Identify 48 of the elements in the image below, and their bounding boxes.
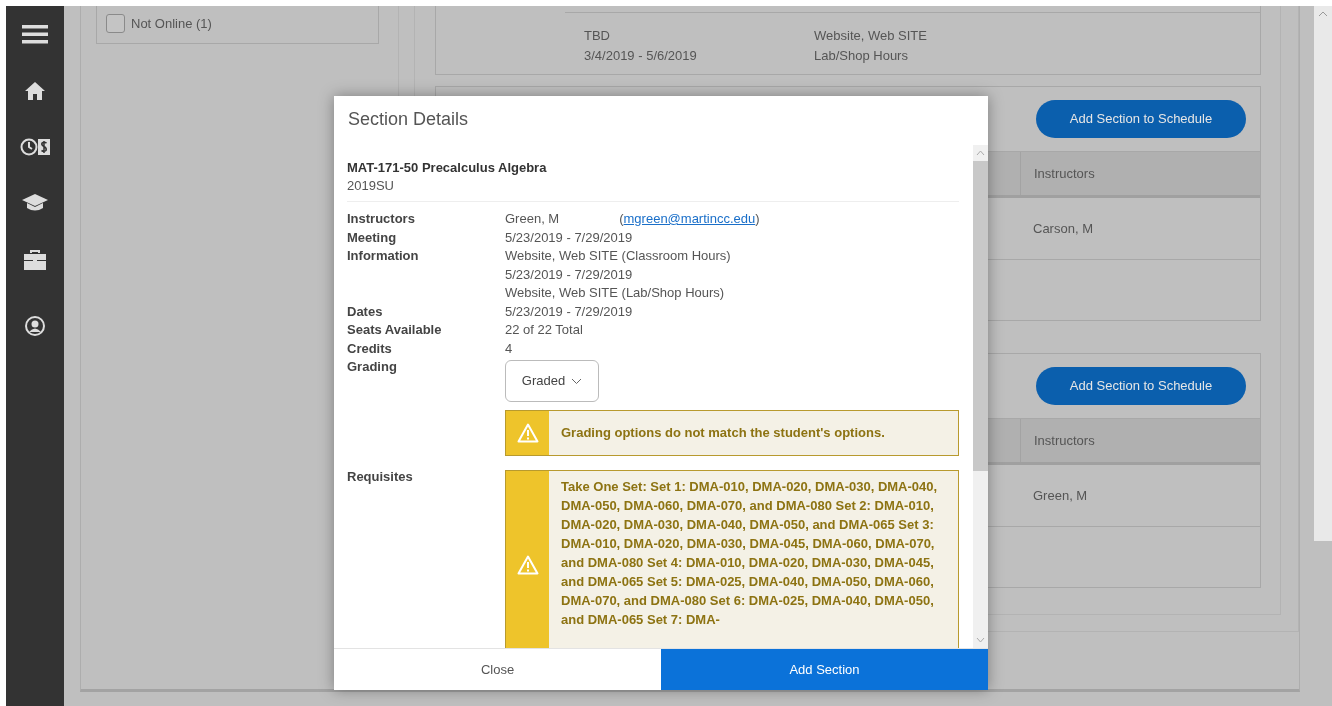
- grading-select[interactable]: Graded: [505, 360, 599, 402]
- close-button[interactable]: Close: [334, 649, 661, 690]
- table-cell-text: Green, M: [1033, 486, 1088, 505]
- checkbox-label: Not Online (1): [131, 15, 212, 33]
- field-label: Meeting Information: [347, 228, 420, 265]
- warning-icon: [516, 422, 539, 443]
- field-label: Dates: [347, 302, 384, 321]
- graduation-cap-icon[interactable]: [22, 194, 48, 212]
- add-section-button[interactable]: Add Section: [661, 649, 988, 690]
- table-cell-text: Carson, M: [1033, 219, 1093, 238]
- meeting-text: 3/4/2019 - 5/6/2019: [584, 47, 698, 65]
- briefcase-icon[interactable]: [24, 250, 46, 270]
- term-text: 2019SU: [347, 177, 395, 195]
- warning-text: Grading options do not match the student's options.: [560, 424, 886, 442]
- column-header: Instructors: [1034, 164, 1095, 183]
- field-label: Credits: [347, 339, 393, 358]
- paren-text: ): [755, 211, 760, 226]
- dialog-title: Section Details: [348, 108, 470, 131]
- field-value: 4: [505, 339, 514, 358]
- field-value: 22 of 22 Total: [505, 321, 584, 339]
- meeting-text: Website, Web SITE: [814, 27, 928, 45]
- chevron-down-icon: [571, 377, 583, 385]
- meeting-text: Lab/Shop Hours: [814, 47, 909, 65]
- home-icon[interactable]: [25, 82, 45, 100]
- field-value: Website, Web SITE (Classroom Hours): [505, 247, 732, 265]
- checkbox[interactable]: [106, 14, 125, 33]
- column-header: Instructors: [1034, 431, 1095, 450]
- page-scrollbar[interactable]: [1314, 6, 1332, 706]
- menu-icon[interactable]: [22, 24, 48, 44]
- field-value: 5/23/2019 - 7/29/2019: [505, 265, 634, 284]
- field-label: Requisites: [347, 467, 414, 486]
- field-value: Green, M: [505, 210, 560, 228]
- clock-dollar-icon[interactable]: [20, 138, 50, 156]
- user-icon[interactable]: [25, 316, 45, 336]
- paren-text: (: [619, 211, 624, 226]
- field-value: 5/23/2019 - 7/29/2019: [505, 302, 634, 321]
- add-section-to-schedule-button[interactable]: Add Section to Schedule: [1036, 367, 1246, 405]
- field-label: Grading: [347, 358, 398, 376]
- warning-icon: [516, 554, 539, 575]
- field-label: Seats Available: [347, 321, 443, 339]
- course-title: MAT-171-50 Precalculus Algebra: [347, 159, 548, 177]
- field-label: Instructors: [347, 210, 416, 228]
- warning-text: Take One Set: Set 1: DMA-010, DMA-020, DMA-030, DMA-040, DMA-050, DMA-060, DMA-070, and DMA-080 Set 2: DMA-010, DMA-020, DMA-030, DMA-040, DMA-050, and DMA-065 Set 3: DMA-010, DMA-020, DMA-030, DMA-045, DMA-060, DMA-070, and DMA-080 Set 4: DMA-010, DMA-020, DMA-030, DMA-045, and DMA-065 Set 5: DMA-025, DMA-040, DMA-050, DMA-060, DMA-070, and DMA-080 Set 6: DMA-025, DMA-040, DMA-050, and DMA-065 Set 7: DMA-: [560, 477, 939, 629]
- field-value: Website, Web SITE (Lab/Shop Hours): [505, 284, 726, 302]
- email-link[interactable]: mgreen@martincc.edu: [623, 211, 756, 226]
- meeting-text: TBD: [584, 27, 611, 45]
- field-value: 5/23/2019 - 7/29/2019: [505, 228, 634, 247]
- add-section-to-schedule-button[interactable]: Add Section to Schedule: [1036, 100, 1246, 138]
